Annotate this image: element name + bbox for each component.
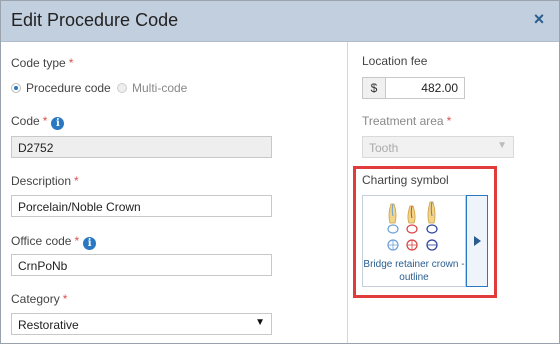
close-icon[interactable]: × bbox=[531, 10, 547, 28]
category-label: Category * bbox=[11, 292, 67, 306]
radio-multi-code-label: Multi-code bbox=[132, 81, 188, 95]
description-field[interactable]: Porcelain/Noble Crown bbox=[11, 195, 272, 217]
info-icon[interactable]: i bbox=[83, 237, 97, 250]
location-fee-value: 482.00 bbox=[421, 81, 458, 95]
currency-symbol: $ bbox=[363, 78, 386, 98]
code-field: D2752 bbox=[11, 136, 272, 158]
category-value: Restorative bbox=[18, 318, 79, 332]
radio-multi-code[interactable]: Multi-code bbox=[117, 81, 187, 95]
location-fee-label: Location fee bbox=[362, 54, 428, 68]
treatment-area-label: Treatment area * bbox=[362, 114, 451, 128]
radio-unselected-icon bbox=[117, 83, 127, 93]
category-select[interactable]: Restorative ▼ bbox=[11, 313, 272, 335]
column-divider bbox=[347, 42, 348, 343]
required-mark: * bbox=[62, 292, 68, 306]
required-mark: * bbox=[42, 114, 48, 128]
dialog-title: Edit Procedure Code bbox=[11, 10, 179, 30]
description-label-text: Description bbox=[11, 174, 72, 188]
dropdown-arrow-icon: ▼ bbox=[255, 317, 265, 328]
category-label-text: Category bbox=[11, 292, 60, 306]
code-type-label-text: Code type bbox=[11, 56, 66, 70]
treatment-area-select: Tooth ▼ bbox=[362, 136, 514, 158]
radio-selected-icon bbox=[11, 83, 21, 93]
office-code-label-text: Office code bbox=[11, 234, 72, 248]
location-fee-field[interactable]: $ 482.00 bbox=[362, 77, 465, 99]
code-label-text: Code bbox=[11, 114, 40, 128]
edit-procedure-code-dialog: Edit Procedure Code × Code type * Procedu… bbox=[0, 0, 560, 344]
code-type-label: Code type * bbox=[11, 56, 73, 70]
info-icon[interactable]: i bbox=[51, 117, 65, 130]
office-code-field[interactable]: CrnPoNb bbox=[11, 254, 272, 276]
radio-procedure-code[interactable]: Procedure code bbox=[11, 81, 111, 95]
required-mark: * bbox=[68, 56, 74, 70]
office-code-label: Office code * i bbox=[11, 234, 97, 250]
description-label: Description * bbox=[11, 174, 79, 188]
required-mark: * bbox=[74, 234, 80, 248]
required-mark: * bbox=[74, 174, 79, 188]
required-mark: * bbox=[446, 114, 452, 128]
dropdown-arrow-icon: ▼ bbox=[497, 140, 507, 151]
code-label: Code * i bbox=[11, 114, 65, 130]
dialog-title-bar: Edit Procedure Code × bbox=[1, 1, 559, 42]
treatment-area-value: Tooth bbox=[369, 141, 399, 155]
treatment-area-label-text: Treatment area bbox=[362, 114, 444, 128]
radio-procedure-code-label: Procedure code bbox=[26, 81, 111, 95]
highlight-box bbox=[353, 166, 497, 298]
